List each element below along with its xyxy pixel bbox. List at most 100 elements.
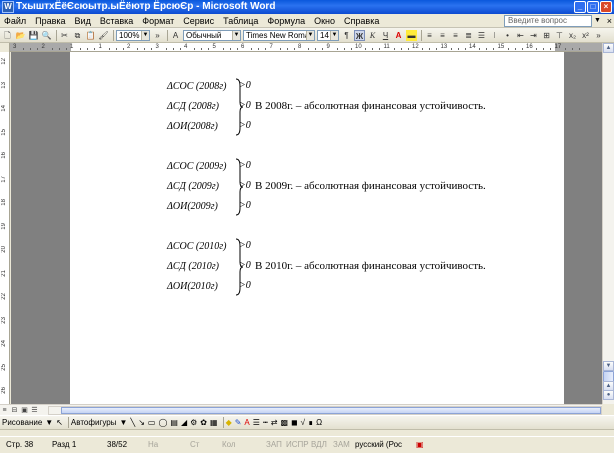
- dash-style-icon[interactable]: ┅: [263, 418, 268, 427]
- line-color-icon[interactable]: ✎: [235, 418, 242, 427]
- vertical-ruler[interactable]: 12 13 14 15 16 17 18 19 20 21 22 23 24 25 26: [0, 52, 10, 404]
- status-trk[interactable]: ИСПР: [286, 440, 309, 449]
- open-icon[interactable]: 📂: [15, 30, 26, 41]
- close-button[interactable]: ×: [600, 1, 612, 13]
- new-document-icon[interactable]: 🗋: [2, 30, 13, 41]
- shadow-icon[interactable]: ▩: [280, 418, 288, 427]
- justify-icon[interactable]: ≣: [463, 30, 474, 41]
- ruler-tick: [336, 48, 338, 50]
- font-color-button[interactable]: A: [393, 30, 404, 41]
- misc-icon[interactable]: ∎: [308, 418, 313, 427]
- line-icon[interactable]: ╲: [130, 418, 135, 427]
- bullets-icon[interactable]: •: [502, 30, 513, 41]
- ruler-tick: [172, 48, 174, 50]
- font-size-select[interactable]: 14 ▼: [317, 29, 339, 41]
- toolbar-overflow-icon[interactable]: »: [593, 30, 604, 41]
- spelling-status-icon[interactable]: ▣: [416, 440, 424, 449]
- autoshapes-menu[interactable]: Автофигуры: [71, 418, 117, 427]
- wordart-icon[interactable]: ◢: [181, 418, 187, 427]
- menu-window[interactable]: Окно: [314, 16, 335, 26]
- arrow-icon[interactable]: ↘: [138, 418, 145, 427]
- menu-edit[interactable]: Правка: [35, 16, 65, 26]
- normal-view-icon[interactable]: ≡: [0, 406, 9, 415]
- format-icon[interactable]: ¶: [341, 30, 352, 41]
- subscript-icon[interactable]: x₂: [567, 30, 578, 41]
- horizontal-ruler[interactable]: 3 2 1 1 2 3 4 5 6 7 8 9 10 11 12 13 14 15 16 17: [10, 43, 604, 52]
- select-objects-icon[interactable]: ↖: [56, 418, 63, 427]
- status-line: Ст: [190, 440, 200, 449]
- textbox-icon[interactable]: ▤: [170, 418, 178, 427]
- help-search-input[interactable]: Введите вопрос: [504, 15, 592, 27]
- format-painter-icon[interactable]: 🖌: [98, 30, 109, 41]
- menu-file[interactable]: Файл: [4, 16, 26, 26]
- ruler-corner[interactable]: [0, 43, 10, 52]
- outline-view-icon[interactable]: ☰: [30, 406, 39, 415]
- underline-button[interactable]: Ч: [380, 30, 391, 41]
- highlight-icon[interactable]: ▬: [406, 29, 417, 41]
- print-preview-icon[interactable]: 🔍: [41, 30, 52, 41]
- menu-help[interactable]: Справка: [344, 16, 379, 26]
- status-rec[interactable]: ЗАП: [266, 440, 282, 449]
- cut-icon[interactable]: ✂: [59, 30, 70, 41]
- chevron-down-icon[interactable]: ▼: [45, 418, 53, 427]
- vertical-scrollbar[interactable]: ▲ ▼ ▲ ●: [602, 43, 614, 404]
- horizontal-scrollbar[interactable]: [48, 406, 602, 415]
- fill-color-icon[interactable]: ◆: [226, 418, 232, 427]
- equation-icon[interactable]: √: [301, 418, 305, 427]
- ruler-tick: [236, 48, 238, 50]
- arrow-style-icon[interactable]: ⇄: [271, 418, 278, 427]
- scroll-down-button[interactable]: ▼: [603, 361, 614, 371]
- rectangle-icon[interactable]: ▭: [148, 418, 156, 427]
- distributed-icon[interactable]: ☰: [476, 30, 487, 41]
- style-select[interactable]: Обычный ▼: [183, 29, 241, 41]
- decrease-indent-icon[interactable]: ⇤: [515, 30, 526, 41]
- line-style-icon[interactable]: ☰: [253, 418, 260, 427]
- print-layout-icon[interactable]: ▣: [20, 406, 29, 415]
- border-icon[interactable]: ⊞: [541, 30, 552, 41]
- menu-table[interactable]: Таблица: [223, 16, 258, 26]
- help-dropdown-icon[interactable]: ▼: [594, 17, 602, 25]
- superscript-icon[interactable]: x²: [580, 30, 591, 41]
- menu-insert[interactable]: Вставка: [100, 16, 133, 26]
- separator: [67, 417, 69, 428]
- status-ovr[interactable]: ЗАМ: [333, 440, 350, 449]
- save-icon[interactable]: 💾: [28, 30, 39, 41]
- 3d-icon[interactable]: ◼: [291, 418, 298, 427]
- zoom-select[interactable]: 100% ▼: [116, 29, 150, 41]
- align-center-icon[interactable]: ≡: [437, 30, 448, 41]
- web-view-icon[interactable]: ⊟: [10, 406, 19, 415]
- browse-object-button[interactable]: ●: [603, 390, 614, 400]
- filter-icon[interactable]: ⊤: [554, 30, 565, 41]
- document-close-icon[interactable]: ×: [607, 16, 612, 26]
- toolbar-options-icon[interactable]: »: [152, 30, 163, 41]
- menu-formula[interactable]: Формула: [267, 16, 305, 26]
- paste-icon[interactable]: 📋: [85, 30, 96, 41]
- font-select[interactable]: Times New Roman ▼: [243, 29, 315, 41]
- maximize-button[interactable]: □: [587, 1, 599, 13]
- italic-button[interactable]: К: [367, 30, 378, 41]
- horizontal-scroll-thumb[interactable]: [61, 407, 601, 414]
- diagram-icon[interactable]: ⚙: [190, 418, 197, 427]
- increase-indent-icon[interactable]: ⇥: [528, 30, 539, 41]
- align-left-icon[interactable]: ≡: [424, 30, 435, 41]
- minimize-button[interactable]: _: [574, 1, 586, 13]
- menu-format[interactable]: Формат: [142, 16, 174, 26]
- symbol-icon[interactable]: Ω: [316, 418, 322, 427]
- styles-pane-icon[interactable]: A: [170, 30, 181, 41]
- clipart-icon[interactable]: ✿: [200, 418, 207, 427]
- menu-view[interactable]: Вид: [75, 16, 91, 26]
- numbering-icon[interactable]: ⁝: [489, 30, 500, 41]
- chevron-down-icon[interactable]: ▼: [119, 418, 127, 427]
- picture-icon[interactable]: ▦: [210, 418, 218, 427]
- menu-tools[interactable]: Сервис: [183, 16, 214, 26]
- draw-font-color-icon[interactable]: A: [244, 418, 249, 427]
- document-page[interactable]: ΔСОС (2008г) >0 ΔСД (2008г) >0 В 2008г. – аб…: [70, 52, 564, 404]
- status-ext[interactable]: ВДЛ: [311, 440, 327, 449]
- copy-icon[interactable]: ⧉: [72, 30, 83, 41]
- ruler-number: 6: [241, 44, 245, 50]
- align-right-icon[interactable]: ≡: [450, 30, 461, 41]
- drawing-menu[interactable]: Рисование: [2, 418, 42, 427]
- oval-icon[interactable]: ◯: [158, 418, 167, 427]
- scroll-up-button[interactable]: ▲: [603, 43, 614, 53]
- bold-button[interactable]: Ж: [354, 29, 365, 41]
